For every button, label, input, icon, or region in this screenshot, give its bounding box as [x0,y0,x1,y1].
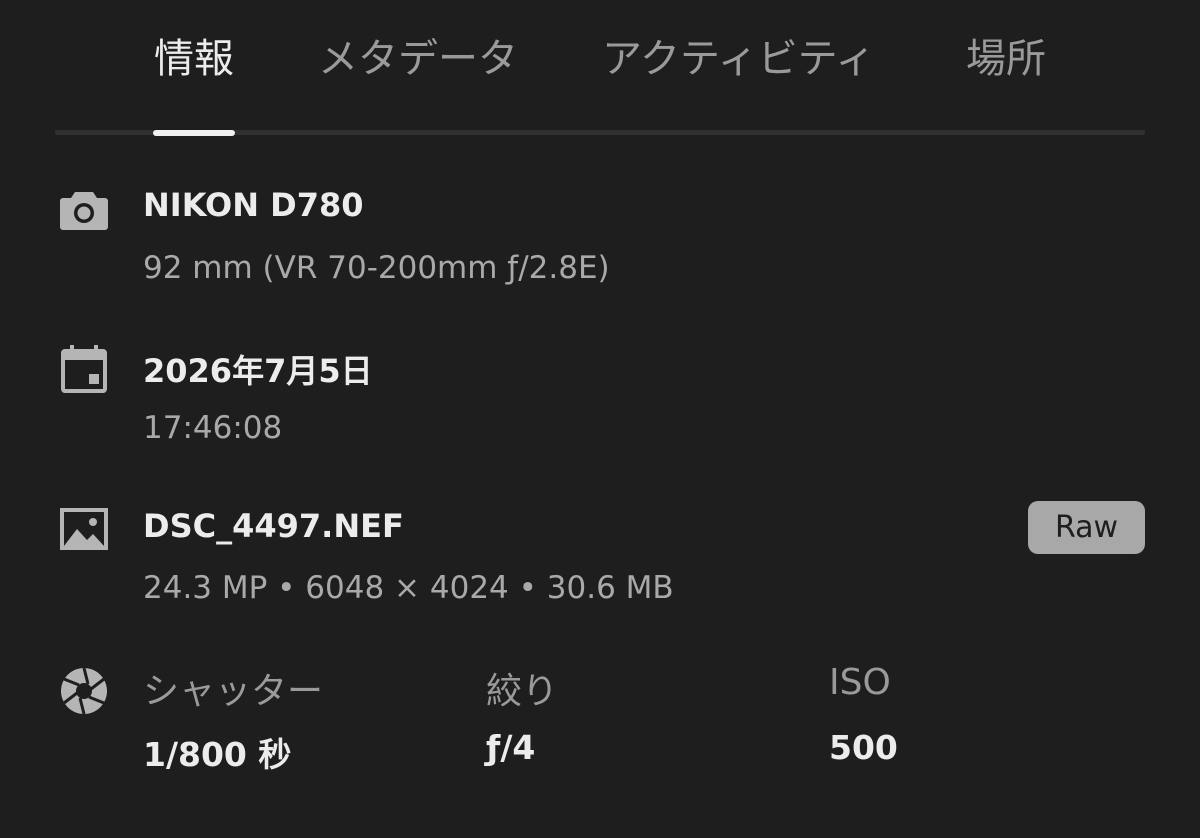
file-details: 24.3 MP • 6048 × 4024 • 30.6 MB [143,570,674,606]
tab-location[interactable]: 場所 [966,26,1046,82]
capture-date: 2026年7月5日 [143,352,373,390]
shutter-value: 1/800 秒 [143,735,292,774]
camera-model: NIKON D780 [143,186,364,224]
iso-value: 500 [829,728,898,767]
active-tab-indicator [153,130,235,136]
calendar-icon [58,343,110,395]
raw-badge: Raw [1028,501,1145,554]
camera-icon [58,184,110,236]
aperture-value: ƒ/4 [486,728,536,767]
shutter-label: シャッター [143,671,324,712]
capture-time: 17:46:08 [143,410,283,446]
file-name: DSC_4497.NEF [143,507,404,545]
tab-metadata[interactable]: メタデータ [318,26,518,82]
aperture-label: 絞り [486,671,559,712]
tab-info[interactable]: 情報 [154,26,234,82]
iso-label: ISO [829,662,891,703]
aperture-icon [58,665,110,717]
image-icon [58,503,110,555]
lens-info: 92 mm (VR 70-200mm ƒ/2.8E) [143,250,610,286]
tab-bar: 情報 メタデータ アクティビティ 場所 [0,0,1200,136]
tab-activity[interactable]: アクティビティ [602,26,875,82]
